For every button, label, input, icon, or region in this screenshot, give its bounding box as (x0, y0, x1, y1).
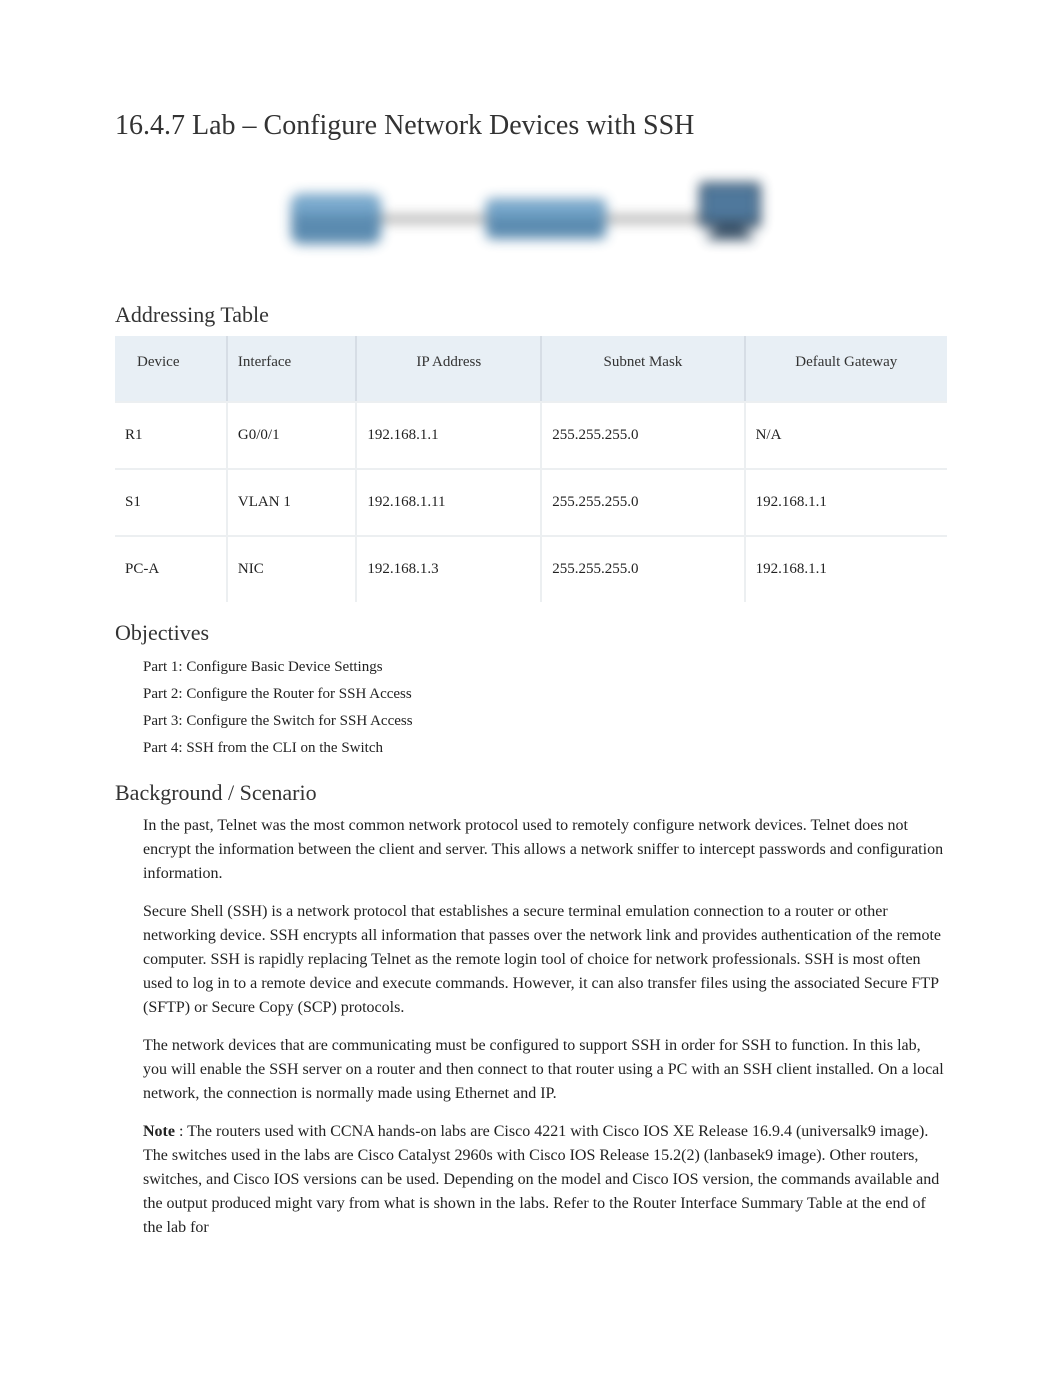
topology-svg (271, 164, 791, 284)
document-page: 16.4.7 Lab – Configure Network Devices w… (0, 0, 1062, 1377)
list-item: Part 3: Configure the Switch for SSH Acc… (143, 708, 947, 735)
addressing-table-heading: Addressing Table (115, 302, 947, 328)
th-interface: Interface (226, 336, 355, 401)
table-row: PC-A NIC 192.168.1.3 255.255.255.0 192.1… (115, 535, 947, 602)
background-note: Note : The routers used with CCNA hands-… (143, 1120, 947, 1240)
cell-gateway: 192.168.1.1 (744, 535, 947, 602)
cell-interface: NIC (226, 535, 355, 602)
cell-ip: 192.168.1.1 (355, 401, 540, 468)
cell-interface: G0/0/1 (226, 401, 355, 468)
topology-diagram (115, 164, 947, 284)
list-item: Part 1: Configure Basic Device Settings (143, 654, 947, 681)
list-item: Part 2: Configure the Router for SSH Acc… (143, 681, 947, 708)
table-row: S1 VLAN 1 192.168.1.11 255.255.255.0 192… (115, 468, 947, 535)
cell-interface: VLAN 1 (226, 468, 355, 535)
background-paragraph: In the past, Telnet was the most common … (143, 814, 947, 886)
cell-gateway: N/A (744, 401, 947, 468)
background-paragraph: The network devices that are communicati… (143, 1034, 947, 1106)
addressing-table: Device Interface IP Address Subnet Mask … (115, 336, 947, 602)
th-mask: Subnet Mask (540, 336, 743, 401)
table-row: R1 G0/0/1 192.168.1.1 255.255.255.0 N/A (115, 401, 947, 468)
note-text: : The routers used with CCNA hands-on la… (143, 1123, 939, 1236)
cell-mask: 255.255.255.0 (540, 468, 743, 535)
background-paragraph: Secure Shell (SSH) is a network protocol… (143, 900, 947, 1020)
th-device: Device (115, 336, 226, 401)
objectives-list: Part 1: Configure Basic Device Settings … (143, 654, 947, 762)
cell-mask: 255.255.255.0 (540, 401, 743, 468)
th-ip: IP Address (355, 336, 540, 401)
cell-mask: 255.255.255.0 (540, 535, 743, 602)
note-label: Note (143, 1123, 175, 1140)
list-item: Part 4: SSH from the CLI on the Switch (143, 735, 947, 762)
cell-device: PC-A (115, 535, 226, 602)
page-title: 16.4.7 Lab – Configure Network Devices w… (115, 110, 947, 142)
cell-device: S1 (115, 468, 226, 535)
cell-device: R1 (115, 401, 226, 468)
th-gateway: Default Gateway (744, 336, 947, 401)
background-heading: Background / Scenario (115, 780, 947, 806)
cell-ip: 192.168.1.3 (355, 535, 540, 602)
cell-ip: 192.168.1.11 (355, 468, 540, 535)
table-header-row: Device Interface IP Address Subnet Mask … (115, 336, 947, 401)
objectives-heading: Objectives (115, 620, 947, 646)
cell-gateway: 192.168.1.1 (744, 468, 947, 535)
